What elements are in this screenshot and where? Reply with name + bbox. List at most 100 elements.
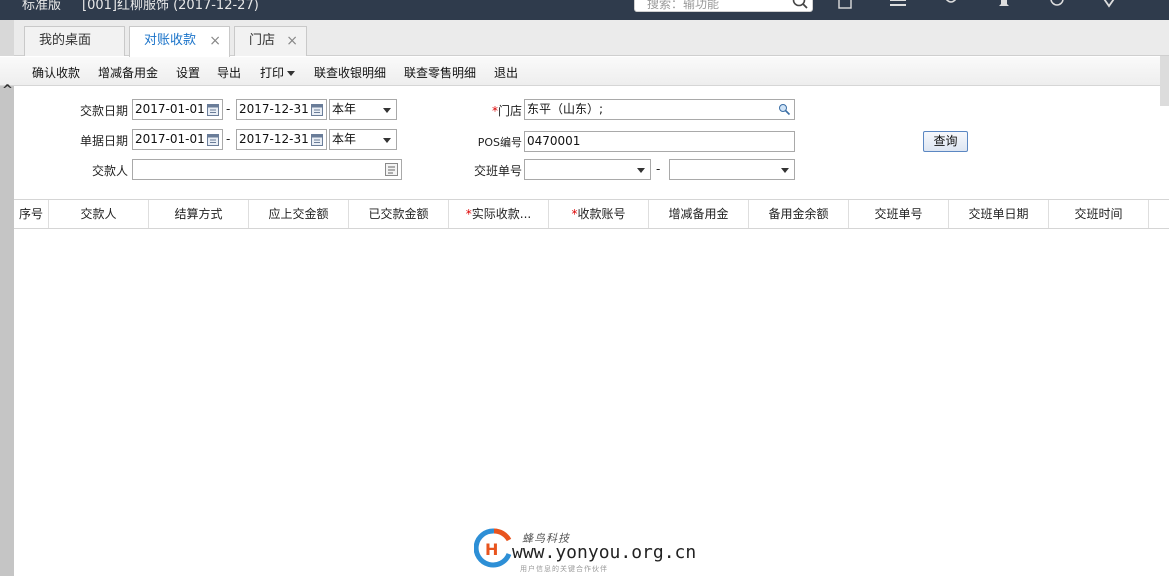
settings-button[interactable]: 设置 [176, 64, 200, 81]
watermark: H 蜂鸟科技 www.yonyou.org.cn 用户信息的关键合作伙伴 [474, 528, 704, 574]
tab-label: 我的桌面 [39, 33, 92, 48]
column-label: 已交款金额 [368, 207, 429, 221]
column-label: 交班时间 [1074, 207, 1123, 221]
shift-no-from-select[interactable] [524, 159, 651, 180]
column-label: 收款账号 [577, 207, 626, 221]
brand-logo-icon: H [474, 528, 512, 568]
column-header[interactable]: 序号 [14, 200, 49, 228]
column-header[interactable]: *收款账号 [549, 200, 649, 228]
column-label: 交班单号 [874, 207, 923, 221]
tab-label: 对账收款 [144, 33, 197, 48]
doc-date-range-select[interactable]: 本年 [329, 129, 397, 150]
column-header[interactable]: 已交款金额 [349, 200, 449, 228]
pay-date-from-field[interactable]: 2017-01-01 [132, 99, 223, 120]
watermark-subtitle: 用户信息的关键合作伙伴 [520, 565, 608, 573]
calendar-icon[interactable] [311, 103, 323, 116]
tab-my-desktop[interactable]: 我的桌面 [24, 26, 125, 56]
close-icon[interactable]: × [209, 27, 221, 55]
home-icon[interactable] [836, 0, 854, 10]
store-field[interactable]: 东平（山东）; [524, 99, 795, 120]
message-icon[interactable] [942, 0, 960, 10]
chevron-down-icon[interactable] [637, 168, 645, 173]
lookup-icon[interactable] [778, 103, 791, 116]
calendar-icon[interactable] [207, 103, 219, 116]
range-dash: - [226, 132, 231, 146]
search-icon[interactable] [791, 0, 809, 11]
help-icon[interactable] [1048, 0, 1066, 10]
store-label-text: 门店 [497, 104, 522, 118]
column-header[interactable]: 交班单日期 [949, 200, 1049, 228]
query-button[interactable]: 查询 [923, 131, 968, 152]
calendar-icon[interactable] [207, 133, 219, 146]
menu-list-icon[interactable] [888, 0, 906, 10]
shift-no-to-select[interactable] [669, 159, 795, 180]
export-button[interactable]: 导出 [217, 64, 241, 81]
bell-icon[interactable] [995, 0, 1013, 10]
column-header[interactable]: 交款人 [49, 200, 149, 228]
exit-button[interactable]: 退出 [494, 64, 518, 81]
pay-date-to-value: 2017-12-31 [239, 102, 309, 116]
store-value: 东平（山东）; [527, 102, 604, 116]
calendar-icon[interactable] [311, 133, 323, 146]
doc-date-from-value: 2017-01-01 [135, 132, 205, 146]
doc-date-label: 单据日期 [79, 134, 128, 148]
column-label: 交班单日期 [968, 207, 1029, 221]
pay-date-from-value: 2017-01-01 [135, 102, 205, 116]
column-header[interactable]: 交班时间 [1049, 200, 1149, 228]
pos-value: 0470001 [527, 134, 581, 148]
adjust-petty-cash-button[interactable]: 增减备用金 [98, 64, 158, 81]
pay-date-range-select[interactable]: 本年 [329, 99, 397, 120]
top-header-bar: 标准版 [001]红柳服饰 (2017-12-27) 搜索：输功能 [0, 0, 1169, 20]
confirm-receipt-button[interactable]: 确认收款 [32, 64, 80, 81]
payer-label: 交款人 [91, 164, 128, 178]
chevron-down-icon[interactable] [383, 108, 391, 113]
tab-store[interactable]: 门店 × [234, 26, 307, 56]
pay-date-to-field[interactable]: 2017-12-31 [236, 99, 327, 120]
doc-date-range-value: 本年 [332, 132, 357, 146]
collapse-icon[interactable]: ^ [2, 83, 13, 98]
column-label: 交款人 [80, 207, 117, 221]
column-label: 序号 [18, 207, 43, 221]
range-dash: - [226, 102, 231, 116]
column-header[interactable]: 交班单号 [849, 200, 949, 228]
search-placeholder: 搜索：输功能 [647, 0, 720, 11]
column-header[interactable]: 结算方式 [149, 200, 249, 228]
left-collapse-rail[interactable]: ^ [0, 83, 14, 576]
chevron-down-icon[interactable] [383, 138, 391, 143]
pos-field[interactable]: 0470001 [524, 131, 795, 152]
column-label: 备用金余额 [768, 207, 829, 221]
grid-header: 序号 交款人 结算方式 应上交金额 已交款金额 *实际收款... *收款账号 增… [14, 199, 1169, 229]
right-scroll-edge[interactable] [1160, 56, 1169, 106]
tab-reconcile-receipt[interactable]: 对账收款 × [129, 26, 230, 57]
tab-strip-gutter [0, 20, 14, 56]
link-retail-detail-button[interactable]: 联查零售明细 [404, 64, 476, 81]
range-dash: - [656, 162, 661, 176]
payer-field[interactable] [132, 159, 402, 180]
column-label: 实际收款... [471, 207, 532, 221]
tab-strip: 我的桌面 对账收款 × 门店 × [0, 20, 1169, 57]
doc-date-from-field[interactable]: 2017-01-01 [132, 129, 223, 150]
favorite-icon[interactable] [1100, 0, 1118, 10]
svg-text:H: H [485, 540, 498, 559]
doc-date-to-field[interactable]: 2017-12-31 [236, 129, 327, 150]
pos-label: POS编号 [477, 136, 522, 149]
print-label: 打印 [260, 66, 285, 80]
column-label: 结算方式 [174, 207, 223, 221]
reference-list-icon[interactable] [385, 163, 398, 176]
chevron-down-icon[interactable] [781, 168, 789, 173]
column-label: 增减备用金 [668, 207, 729, 221]
column-header[interactable]: 备用金余额 [749, 200, 849, 228]
column-header[interactable]: *实际收款... [449, 200, 549, 228]
pay-date-range-value: 本年 [332, 102, 357, 116]
print-button[interactable]: 打印 [260, 64, 296, 81]
column-header[interactable]: 应上交金额 [249, 200, 349, 228]
function-search-box[interactable]: 搜索：输功能 [634, 0, 813, 12]
action-toolbar: 确认收款 增减备用金 设置 导出 打印 联查收银明细 联查零售明细 退出 [0, 57, 1169, 86]
column-header[interactable]: 增减备用金 [649, 200, 749, 228]
link-cash-detail-button[interactable]: 联查收银明细 [314, 64, 386, 81]
tab-label: 门店 [249, 33, 276, 48]
edition-label: 标准版 [22, 0, 62, 13]
watermark-url: www.yonyou.org.cn [512, 542, 697, 563]
shift-no-label: 交班单号 [473, 164, 522, 178]
close-icon[interactable]: × [286, 27, 298, 55]
